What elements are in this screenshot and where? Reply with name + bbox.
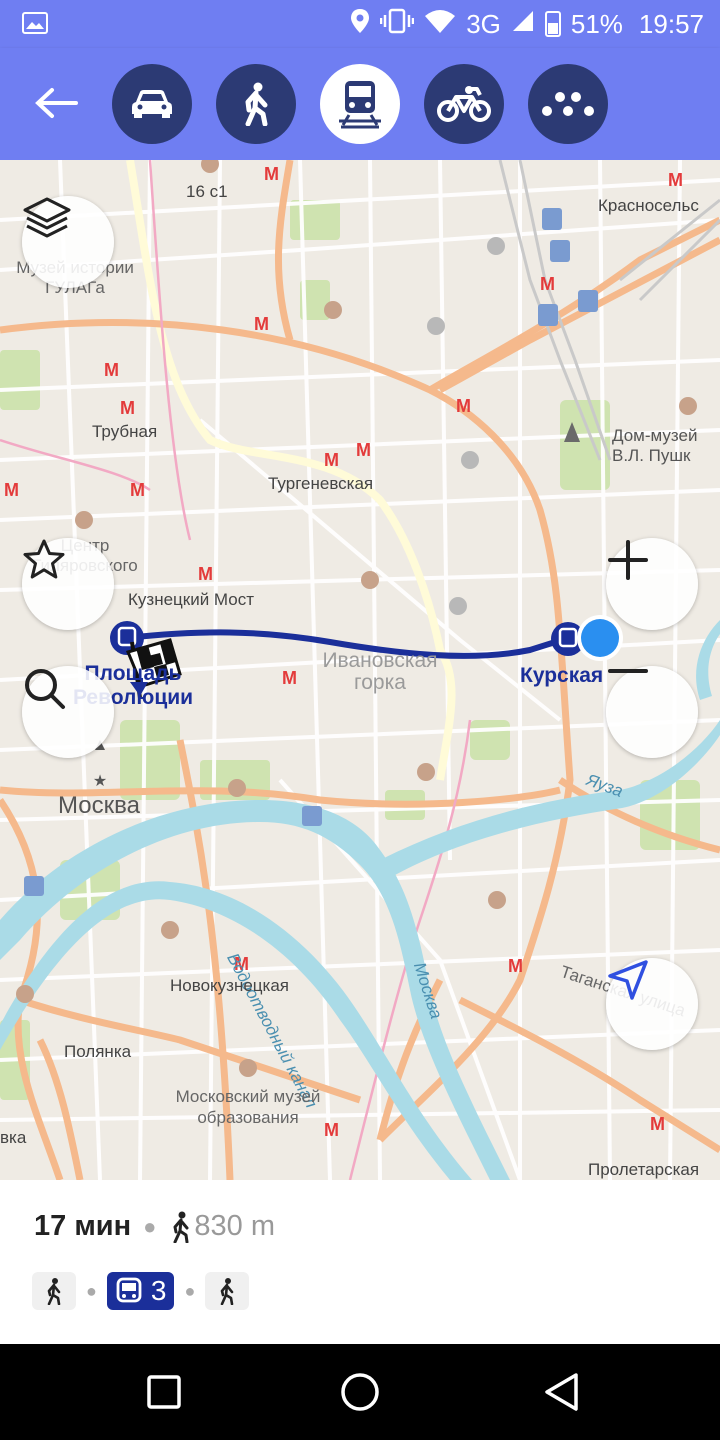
mode-bike-button[interactable] [424,64,504,144]
taxi-icon [542,92,594,116]
signal-icon [511,9,535,40]
walk-icon [245,82,268,126]
svg-text:M: M [4,480,19,500]
map-label: Ивановская горка [322,649,438,694]
svg-text:M: M [324,450,339,470]
svg-text:M: M [668,170,683,190]
car-icon [132,90,172,118]
train-icon [339,81,381,129]
svg-text:M: M [264,164,279,184]
battery-percent: 51% [570,8,623,39]
map-view[interactable]: MM MM MM MM MM MM MM MM M ★ 16 с1 Красно… [0,160,720,1180]
star-icon [23,539,65,579]
favorites-button[interactable] [22,538,114,630]
svg-text:M: M [508,956,523,976]
square-icon [147,1375,181,1409]
walk-step-chip [32,1272,76,1310]
search-icon [25,669,65,709]
route-summary-panel[interactable]: 17 мин ● 830 m ● 3 ● [0,1180,720,1344]
search-button[interactable] [22,666,114,758]
separator-dot: ● [86,1280,97,1301]
map-label: Пролетарская [588,1160,700,1179]
mode-car-button[interactable] [112,64,192,144]
network-type: 3G [466,8,501,39]
clock: 19:57 [638,8,704,39]
walk-step-chip [205,1272,250,1310]
layers-button[interactable] [22,196,114,288]
zoom-out-button[interactable] [606,666,698,758]
walk-icon [221,1278,234,1305]
mode-walk-button[interactable] [216,64,296,144]
transit-line-number: 3 [150,1275,167,1306]
wifi-icon [424,8,456,41]
end-station-label: Курская [520,664,604,687]
triangle-back-icon [545,1373,578,1411]
map-label: Новокузнецкая [170,976,289,995]
route-summary: 17 мин ● 830 m [34,1210,275,1243]
svg-text:M: M [282,668,297,688]
vibrate-icon [379,8,415,41]
svg-text:M: M [254,314,269,334]
location-icon [350,8,370,41]
route-duration: 17 мин [34,1210,132,1242]
svg-text:M: M [356,440,371,460]
svg-text:M: M [540,274,555,294]
plus-icon [608,540,648,580]
walk-icon [47,1278,61,1305]
mode-taxi-button[interactable] [528,64,608,144]
status-bar: 3G 51% 19:57 [0,0,720,48]
layers-icon [23,197,71,238]
arrow-left-icon [35,88,78,118]
minus-icon [608,669,648,673]
svg-text:M: M [650,1114,665,1134]
map-label: Московский музей образования [175,1087,321,1127]
walk-icon [173,1211,189,1243]
image-notification-icon [22,12,48,34]
route-mode-bar [0,48,720,160]
transit-step-chip: 3 [106,1272,175,1310]
svg-text:M: M [456,396,471,416]
my-location-button[interactable] [606,958,698,1050]
subway-icon [116,1277,142,1303]
system-navigation-bar [0,1344,720,1440]
zoom-in-button[interactable] [606,538,698,630]
route-steps: ● 3 ● [32,1272,250,1310]
svg-text:M: M [130,480,145,500]
svg-text:M: M [104,360,119,380]
map-label: Кузнецкий Мост [128,590,255,609]
separator-dot: ● [184,1280,196,1301]
bike-icon [437,86,491,122]
system-back-button[interactable] [542,1372,580,1417]
back-button[interactable] [32,78,80,128]
map-label: Полянка [64,1042,132,1061]
map-label: Дом-музей В.Л. Пушк [612,426,698,465]
map-label: вка [0,1128,27,1147]
map-label: Тургеневская [268,474,374,493]
map-label: Красносельс [598,196,699,215]
battery-icon [544,11,561,37]
map-label: 16 с1 [186,182,228,201]
separator-dot: ● [143,1213,157,1239]
svg-text:★: ★ [93,773,107,790]
svg-text:M: M [120,398,135,418]
navigation-arrow-icon [608,960,648,1000]
circle-icon [341,1373,379,1411]
map-label: Трубная [92,422,158,441]
walk-distance: 830 m [194,1210,276,1242]
recents-button[interactable] [146,1374,182,1415]
map-label: Москва [58,792,140,819]
svg-text:M: M [198,564,213,584]
mode-transit-button[interactable] [320,64,400,144]
home-button[interactable] [340,1372,380,1417]
